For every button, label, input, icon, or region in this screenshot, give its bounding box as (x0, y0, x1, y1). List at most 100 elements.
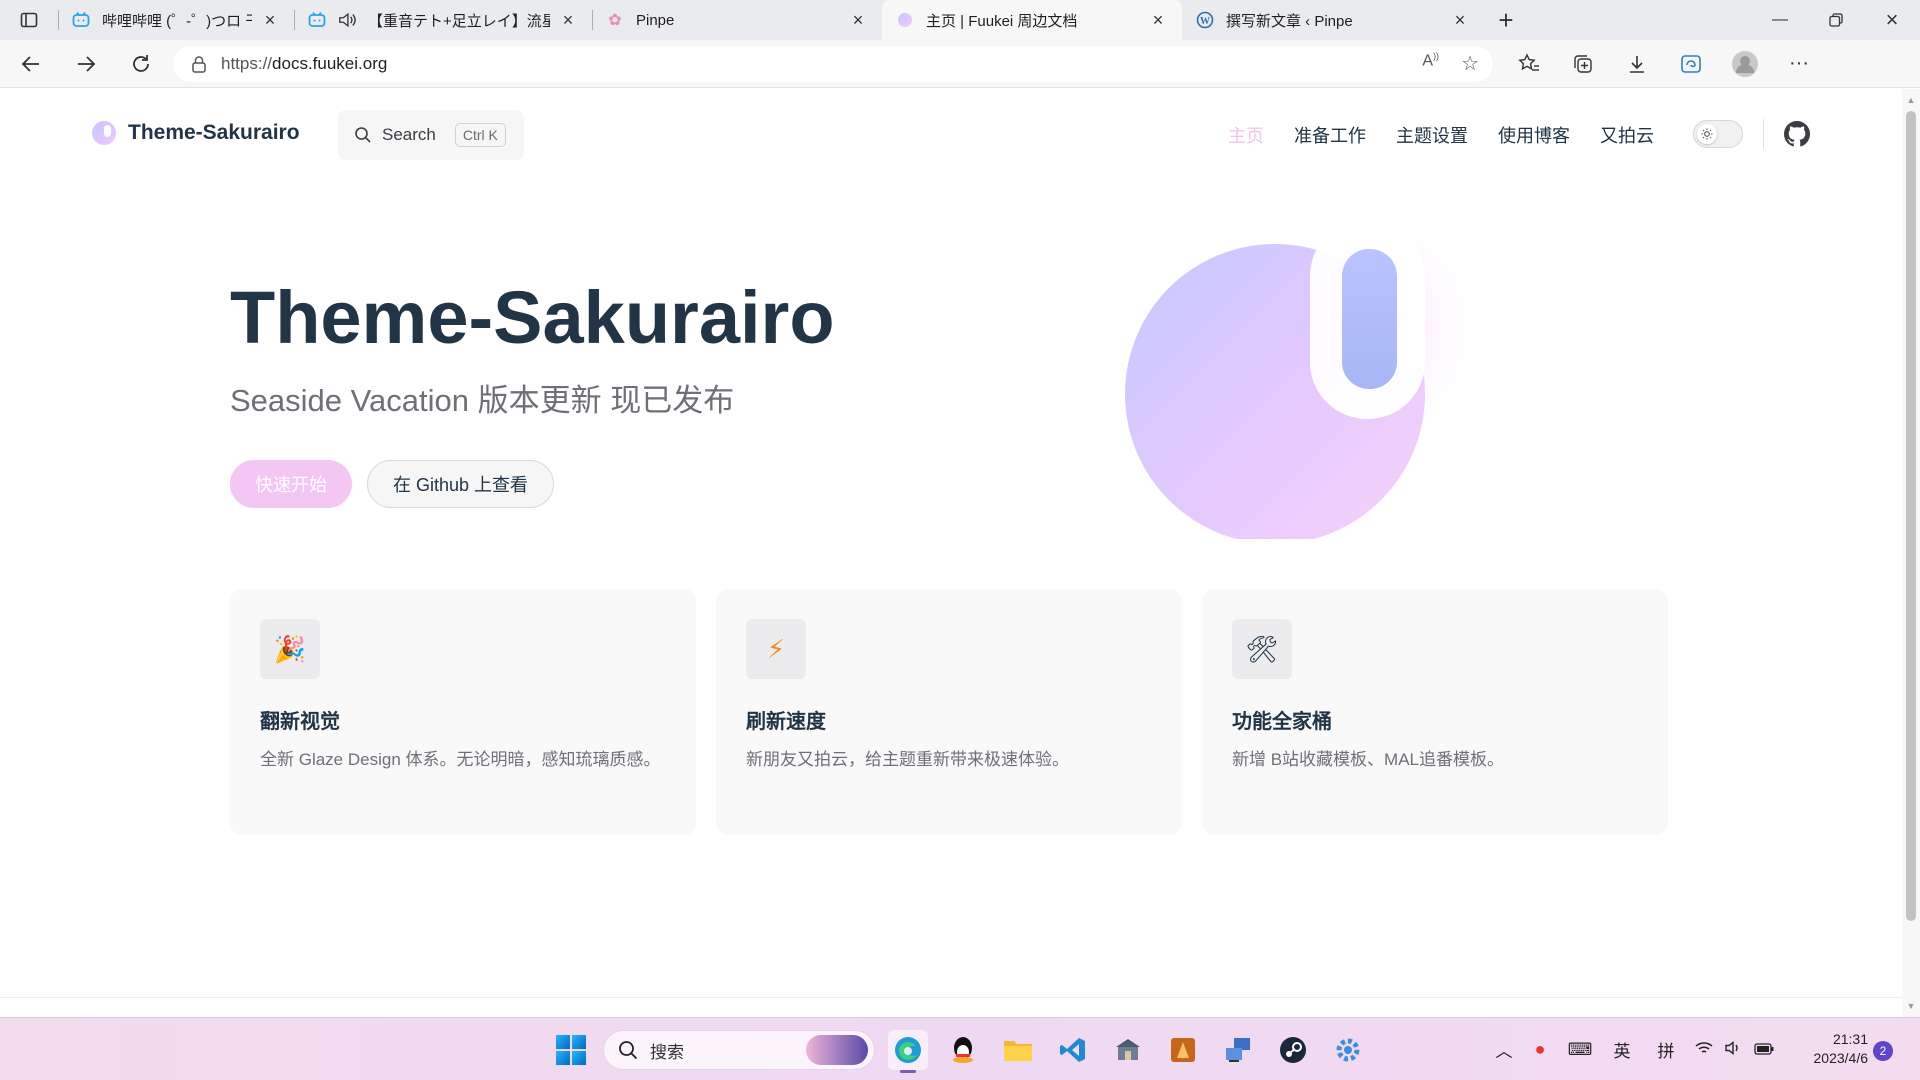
search-button[interactable]: Search Ctrl K (338, 110, 524, 160)
ime-language-indicator[interactable]: 英 (1600, 1037, 1644, 1062)
settings-app-icon[interactable] (1328, 1030, 1368, 1070)
tab-actions-icon (20, 12, 38, 28)
feature-description: 新增 B站收藏模板、MAL追番模板。 (1232, 750, 1505, 769)
close-tab-icon[interactable]: × (1148, 10, 1168, 30)
refresh-button[interactable] (117, 44, 165, 84)
keyboard-icon[interactable]: ⌨ (1560, 1040, 1600, 1060)
page-viewport: Theme-Sakurairo Search Ctrl K 主页 准备工作 主题… (0, 89, 1902, 1017)
site-navbar: Theme-Sakurairo Search Ctrl K 主页 准备工作 主题… (0, 89, 1902, 179)
url-host: docs.fuukei.org (272, 53, 388, 73)
scroll-down-icon[interactable]: ▼ (1902, 997, 1920, 1015)
file-explorer-icon[interactable] (998, 1030, 1038, 1070)
site-nav-links: 主页 准备工作 主题设置 使用博客 又拍云 (1228, 122, 1654, 148)
edge-sidebar-icon[interactable] (1675, 48, 1707, 80)
minimize-icon[interactable]: — (1752, 0, 1808, 40)
tab-title: 哔哩哔哩 (゜-゜)つロ 干杯~-bilibili (102, 12, 252, 30)
tab-actions-button[interactable] (0, 0, 58, 40)
tab-bilibili[interactable]: 哔哩哔哩 (゜-゜)つロ 干杯~-bilibili × (58, 0, 294, 40)
favorites-icon[interactable] (1513, 48, 1545, 80)
vscode-icon[interactable] (1053, 1030, 1093, 1070)
feature-description: 全新 Glaze Design 体系。无论明暗，感知琉璃质感。 (260, 750, 661, 769)
hero-logo-image (1125, 199, 1490, 539)
qq-tray-icon[interactable]: ● (1520, 1039, 1560, 1060)
show-hidden-icons-icon[interactable]: ︿ (1488, 1037, 1520, 1062)
taskbar-search-placeholder: 搜索 (650, 1042, 684, 1062)
tools-icon: 🛠 (1232, 619, 1292, 679)
refresh-icon (133, 54, 149, 72)
feature-title: 翻新视觉 (260, 711, 340, 733)
view-on-github-button[interactable]: 在 Github 上查看 (367, 460, 554, 508)
nav-link-theme-settings[interactable]: 主题设置 (1396, 122, 1468, 148)
qq-app-icon[interactable] (943, 1030, 983, 1070)
lock-icon[interactable] (191, 55, 207, 73)
back-button[interactable] (7, 44, 55, 84)
speaker-icon[interactable] (338, 11, 356, 29)
close-tab-icon[interactable]: × (260, 10, 280, 30)
sakura-icon: ✿ (608, 12, 622, 29)
system-tray: ︿ ● ⌨ 英 拼 (1488, 1018, 1780, 1080)
site-title: Theme-Sakurairo (128, 121, 300, 144)
appearance-toggle[interactable] (1693, 120, 1743, 148)
forward-button[interactable] (62, 44, 110, 84)
close-tab-icon[interactable]: × (1450, 10, 1470, 30)
add-favorite-icon[interactable]: ☆ (1461, 51, 1479, 76)
feature-title: 刷新速度 (746, 711, 826, 733)
nav-link-using-blog[interactable]: 使用博客 (1498, 122, 1570, 148)
footer-divider (0, 997, 1902, 998)
windows-start-icon[interactable] (556, 1035, 586, 1065)
profile-avatar-icon[interactable] (1729, 48, 1761, 80)
close-tab-icon[interactable]: × (558, 10, 578, 30)
game-app-icon[interactable] (1163, 1030, 1203, 1070)
restore-icon[interactable] (1808, 0, 1864, 40)
ime-mode-indicator[interactable]: 拼 (1644, 1037, 1688, 1062)
feature-description: 新朋友又拍云，给主题重新带来极速体验。 (746, 750, 1069, 769)
svg-text:W: W (1200, 16, 1210, 27)
downloads-icon[interactable] (1621, 48, 1653, 80)
scroll-up-icon[interactable]: ▲ (1902, 91, 1920, 109)
tab-title: Pinpe (636, 11, 675, 29)
hero-subtitle: Seaside Vacation 版本更新 现已发布 (230, 383, 735, 418)
github-icon[interactable] (1784, 121, 1810, 147)
wifi-icon[interactable] (1688, 1040, 1720, 1060)
volume-icon[interactable] (1720, 1040, 1748, 1060)
url-actions: A)) ☆ (1422, 51, 1493, 76)
edge-app-icon[interactable] (888, 1030, 928, 1073)
close-tab-icon[interactable]: × (848, 10, 868, 30)
scrollbar-thumb[interactable] (1906, 111, 1916, 921)
nav-link-home[interactable]: 主页 (1228, 122, 1264, 148)
nav-divider (1763, 119, 1764, 149)
new-tab-button[interactable]: + (1484, 0, 1528, 40)
sakurairo-icon (896, 11, 914, 29)
steam-icon[interactable] (1273, 1030, 1313, 1070)
more-options-icon[interactable]: ··· (1783, 48, 1815, 80)
tab-wordpress[interactable]: W 撰写新文章 ‹ Pinpe × (1182, 0, 1484, 40)
nav-link-preparation[interactable]: 准备工作 (1294, 122, 1366, 148)
sun-icon (1697, 124, 1717, 144)
battery-icon[interactable] (1748, 1040, 1780, 1060)
tab-fuukei-docs[interactable]: 主页 | Fuukei 周边文档 × (882, 0, 1182, 40)
feature-card: 🎉 翻新视觉 全新 Glaze Design 体系。无论明暗，感知琉璃质感。 (230, 589, 696, 835)
site-logo[interactable]: Theme-Sakurairo (92, 121, 300, 145)
nav-link-upyun[interactable]: 又拍云 (1600, 122, 1654, 148)
feature-card: 🛠 功能全家桶 新增 B站收藏模板、MAL追番模板。 (1202, 589, 1668, 835)
collections-icon[interactable] (1567, 48, 1599, 80)
tab-bilibili-video[interactable]: 【重音テト+足立レイ】流星 × (294, 0, 592, 40)
game-launcher-icon[interactable] (1108, 1030, 1148, 1070)
wordpress-icon: W (1196, 11, 1214, 29)
page-scrollbar[interactable]: ▲ ▼ (1902, 89, 1920, 1017)
close-window-icon[interactable]: × (1864, 0, 1920, 40)
get-started-button[interactable]: 快速开始 (230, 460, 352, 508)
remote-desktop-icon[interactable] (1218, 1030, 1258, 1070)
browser-tab-bar: 哔哩哔哩 (゜-゜)つロ 干杯~-bilibili × 【重音テト+足立レイ】流… (0, 0, 1920, 40)
search-icon (355, 127, 371, 143)
feature-card: ⚡ 刷新速度 新朋友又拍云，给主题重新带来极速体验。 (716, 589, 1182, 835)
url-input[interactable]: https:// docs.fuukei.org A)) ☆ (173, 45, 1493, 82)
notification-badge[interactable]: 2 (1873, 1041, 1893, 1061)
read-aloud-icon[interactable]: A)) (1422, 51, 1439, 76)
tab-pinpe[interactable]: ✿ Pinpe × (592, 0, 882, 40)
taskbar-search[interactable]: 搜索 (603, 1030, 875, 1070)
tab-title: 撰写新文章 ‹ Pinpe (1226, 12, 1353, 30)
clock-date: 2023/4/6 (1813, 1050, 1869, 1066)
feature-title: 功能全家桶 (1232, 711, 1332, 733)
search-icon (619, 1041, 638, 1060)
